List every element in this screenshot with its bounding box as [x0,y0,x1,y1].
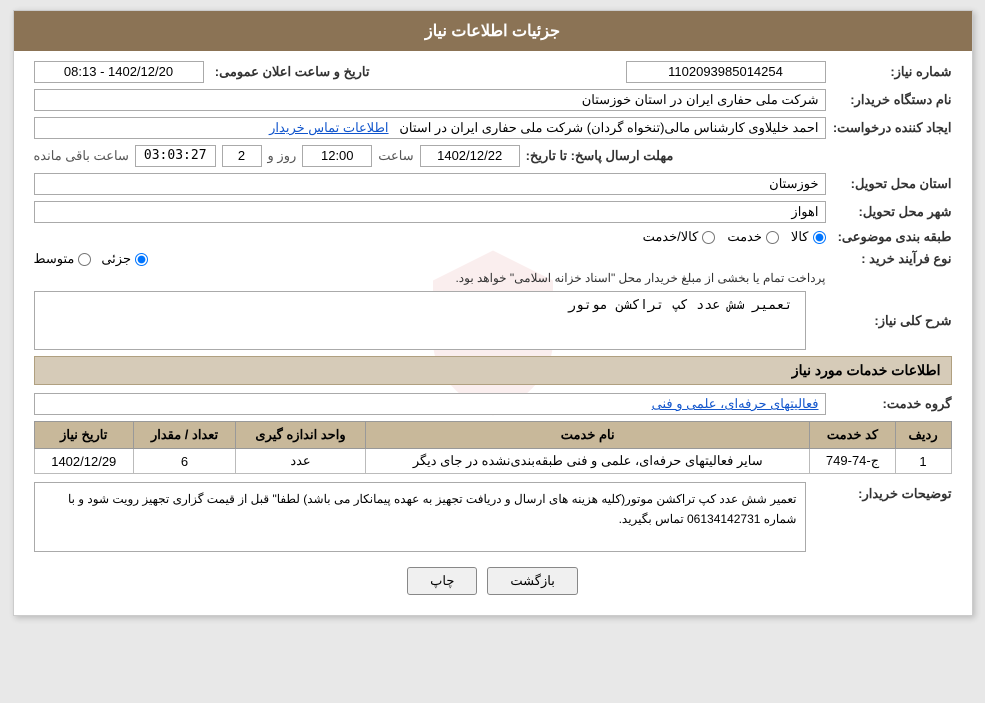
buyer-notes-label: توضیحات خریدار: [812,482,952,502]
buyer-notes-row: توضیحات خریدار: تعمیر شش عدد کپ تراکشن م… [34,482,952,552]
city-row: شهر محل تحویل: اهواز [34,201,952,223]
category-options: کالا/خدمت خدمت کالا [643,229,826,245]
need-number-row: شماره نیاز: 1102093985014254 تاریخ و ساع… [34,61,952,83]
response-date-field: 1402/12/22 [420,145,520,167]
buyer-notes-value: تعمیر شش عدد کپ تراکشن موتور(کلیه هزینه … [68,492,797,526]
creator-row: ایجاد کننده درخواست: احمد خلیلاوی کارشنا… [34,117,952,139]
category-option-kala[interactable]: کالا [791,229,826,245]
need-number-field: 1102093985014254 [626,61,826,83]
province-label: استان محل تحویل: [832,176,952,192]
response-days-field: 2 [222,145,262,167]
city-label: شهر محل تحویل: [832,204,952,220]
category-row: طبقه بندی موضوعی: کالا/خدمت خدمت کالا [34,229,952,245]
remaining-label: ساعت باقی مانده [34,148,129,164]
process-options: متوسط جزئی [34,251,826,267]
service-group-row: گروه خدمت: فعالیتهای حرفه‌ای، علمی و فنی [34,393,952,415]
response-time-label: ساعت [378,148,413,164]
table-header-code: کد خدمت [810,422,895,449]
province-field: خوزستان [34,173,826,195]
action-buttons: بازگشت چاپ [34,567,952,595]
page-title-text: جزئیات اطلاعات نیاز [425,23,560,40]
process-row: نوع فرآیند خرید : متوسط جزئی پرداخت تمام… [34,251,952,285]
cell-name: سایر فعالیتهای حرفه‌ای، علمی و فنی طبقه‌… [365,449,810,474]
creator-link[interactable]: اطلاعات تماس خریدار [269,120,388,135]
cell-code: ج-74-749 [810,449,895,474]
city-field: اهواز [34,201,826,223]
page-container: جزئیات اطلاعات نیاز شماره نیاز: 11020939… [13,10,973,616]
cell-unit: عدد [236,449,366,474]
buyer-org-label: نام دستگاه خریدار: [832,92,952,108]
announcement-label: تاریخ و ساعت اعلان عمومی: [210,64,370,80]
cell-date: 1402/12/29 [34,449,134,474]
table-row: 1 ج-74-749 سایر فعالیتهای حرفه‌ای، علمی … [34,449,951,474]
print-button[interactable]: چاپ [407,567,477,595]
service-group-link[interactable]: فعالیتهای حرفه‌ای، علمی و فنی [652,396,819,411]
process-option-jozii[interactable]: جزئی [101,251,148,267]
creator-value: احمد خلیلاوی کارشناس مالی(تنخواه گردان) … [399,120,818,135]
need-summary-textarea[interactable]: تعمیر شش عدد کپ تراکشن موتور [41,294,799,344]
creator-field: احمد خلیلاوی کارشناس مالی(تنخواه گردان) … [34,117,826,139]
back-button[interactable]: بازگشت [487,567,577,595]
services-section-header: اطلاعات خدمات مورد نیاز [34,356,952,385]
need-summary-row: شرح کلی نیاز: تعمیر شش عدد کپ تراکشن موت… [34,291,952,350]
table-header-name: نام خدمت [365,422,810,449]
deadline-label: مهلت ارسال پاسخ: تا تاریخ: [526,148,674,164]
timer-field: 03:03:27 [135,145,216,167]
process-option-motavaset[interactable]: متوسط [34,251,92,267]
response-time-field: 12:00 [302,145,372,167]
response-days-label: روز و [268,148,297,164]
table-header-date: تاریخ نیاز [34,422,134,449]
cell-qty: 6 [134,449,236,474]
category-label: طبقه بندی موضوعی: [832,229,952,245]
process-note: پرداخت تمام یا بخشی از مبلغ خریدار محل "… [34,271,826,285]
buyer-org-row: نام دستگاه خریدار: شرکت ملی حفاری ایران … [34,89,952,111]
process-label: نوع فرآیند خرید : [832,251,952,267]
province-row: استان محل تحویل: خوزستان [34,173,952,195]
category-option-kala-khedmat[interactable]: کالا/خدمت [643,229,716,245]
service-group-label: گروه خدمت: [832,396,952,412]
deadline-row: مهلت ارسال پاسخ: تا تاریخ: 1402/12/22 سا… [34,145,952,167]
table-header-unit: واحد اندازه گیری [236,422,366,449]
need-number-label: شماره نیاز: [832,64,952,80]
service-group-field: فعالیتهای حرفه‌ای، علمی و فنی [34,393,826,415]
buyer-notes-field: تعمیر شش عدد کپ تراکشن موتور(کلیه هزینه … [34,482,806,552]
services-table: ردیف کد خدمت نام خدمت واحد اندازه گیری ت… [34,421,952,474]
cell-rownum: 1 [895,449,951,474]
category-option-khedmat[interactable]: خدمت [727,229,779,245]
need-summary-label: شرح کلی نیاز: [812,313,952,329]
buyer-org-field: شرکت ملی حفاری ایران در استان خوزستان [34,89,826,111]
services-section-label: اطلاعات خدمات مورد نیاز [792,362,941,378]
creator-label: ایجاد کننده درخواست: [832,120,952,136]
table-header-qty: تعداد / مقدار [134,422,236,449]
page-title: جزئیات اطلاعات نیاز [14,11,972,51]
announcement-field: 1402/12/20 - 08:13 [34,61,204,83]
need-summary-field: تعمیر شش عدد کپ تراکشن موتور [34,291,806,350]
table-header-rownum: ردیف [895,422,951,449]
